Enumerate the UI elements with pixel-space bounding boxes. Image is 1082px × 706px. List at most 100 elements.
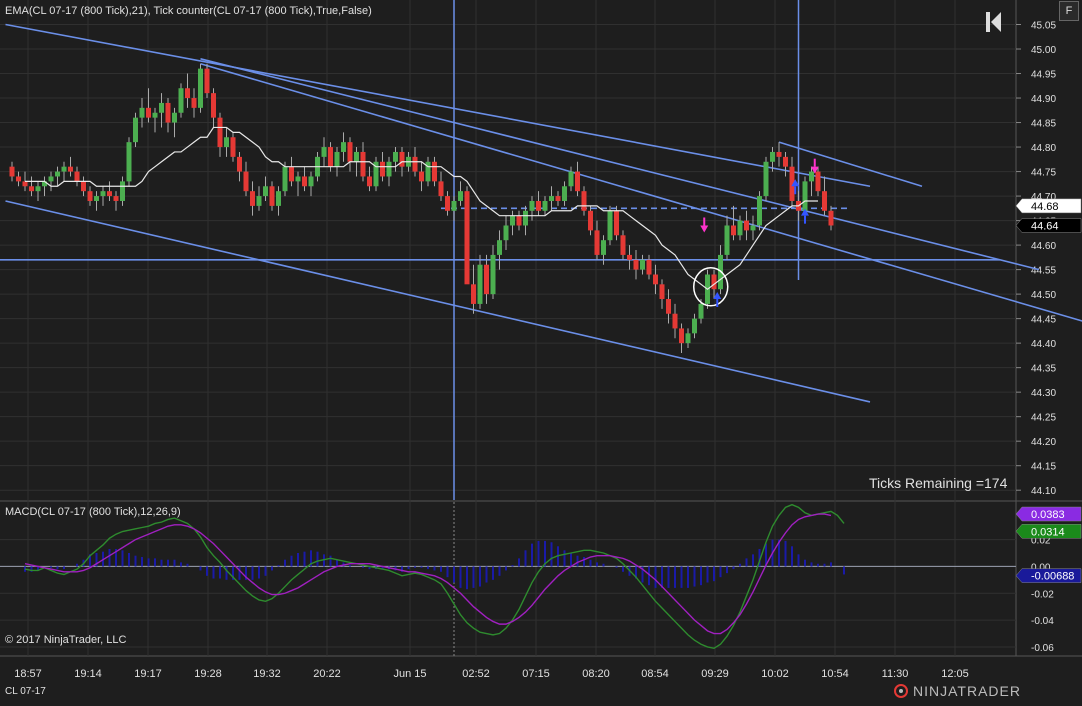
candle-body: [361, 152, 366, 177]
candle-body: [692, 319, 697, 334]
macd-badge-text: 0.0383: [1031, 509, 1065, 521]
price-tick-label: 44.55: [1031, 266, 1056, 277]
candle-body: [283, 167, 288, 192]
candle-body: [387, 162, 392, 177]
price-tick-label: 44.85: [1031, 119, 1056, 130]
candle-body: [621, 235, 626, 255]
candle-body: [289, 167, 294, 182]
x-tick-label: Jun 15: [393, 668, 426, 680]
candle-body: [133, 118, 138, 143]
candle-body: [341, 142, 346, 152]
candle-body: [62, 167, 67, 172]
brand-wordmark: NINJATRADER: [913, 683, 1021, 699]
candle-body: [471, 284, 476, 304]
candle-body: [419, 172, 424, 182]
ticks-remaining-label: Ticks Remaining =174: [869, 475, 1007, 491]
candle-body: [75, 172, 80, 182]
candle-body: [712, 275, 717, 290]
candle-body: [504, 225, 509, 240]
candle-body: [478, 265, 483, 304]
x-tick-label: 10:54: [821, 668, 849, 680]
macd-tick-label: -0.04: [1031, 616, 1054, 627]
candle-body: [627, 255, 632, 260]
price-tick-label: 44.45: [1031, 315, 1056, 326]
price-tick-label: 44.75: [1031, 168, 1056, 179]
price-tick-label: 45.05: [1031, 21, 1056, 32]
candle-body: [224, 137, 229, 147]
price-tick-label: 44.90: [1031, 94, 1056, 105]
x-tick-label: 02:52: [462, 668, 490, 680]
candle-body: [582, 191, 587, 211]
candle-body: [166, 103, 171, 123]
macd-tick-label: -0.06: [1031, 643, 1054, 654]
candle-body: [666, 299, 671, 314]
candle-body: [829, 211, 834, 226]
macd-badge-text: -0.00688: [1031, 571, 1074, 583]
candle-body: [562, 186, 567, 201]
candle-body: [276, 191, 281, 206]
macd-tick-label: -0.02: [1031, 589, 1054, 600]
price-tick-label: 44.20: [1031, 437, 1056, 448]
candle-body: [185, 88, 190, 98]
price-tick-label: 44.95: [1031, 70, 1056, 81]
candle-body: [445, 196, 450, 211]
candle-body: [153, 113, 158, 118]
candle-body: [523, 211, 528, 226]
candle-body: [543, 201, 548, 211]
x-tick-label: 19:14: [74, 668, 102, 680]
candle-body: [114, 196, 119, 201]
candle-body: [250, 191, 255, 206]
candle-body: [107, 191, 112, 196]
candle-body: [725, 225, 730, 254]
indicator-label: EMA(CL 07-17 (800 Tick),21), Tick counte…: [5, 5, 372, 17]
ninjatrader-k-icon: [984, 10, 1004, 34]
candle-body: [400, 152, 405, 167]
candle-body: [29, 186, 34, 191]
candle-body: [393, 152, 398, 162]
candle-body: [68, 167, 73, 172]
candle-body: [16, 176, 21, 181]
candle-body: [211, 93, 216, 118]
candle-body: [10, 167, 15, 177]
x-tick-label: 09:29: [701, 668, 729, 680]
candle-body: [127, 142, 132, 181]
x-tick-label: 19:28: [194, 668, 222, 680]
candle-body: [731, 225, 736, 235]
candle-body: [94, 196, 99, 201]
candle-body: [783, 157, 788, 167]
price-tick-label: 44.15: [1031, 462, 1056, 473]
f-button[interactable]: F: [1059, 1, 1079, 21]
candle-body: [159, 103, 164, 113]
candle-body: [218, 118, 223, 147]
candle-body: [491, 255, 496, 294]
candle-body: [101, 191, 106, 196]
x-tick-label: 11:30: [882, 668, 909, 680]
candle-body: [309, 176, 314, 186]
candle-body: [354, 152, 359, 162]
x-tick-label: 10:02: [761, 668, 789, 680]
candle-body: [263, 186, 268, 196]
candle-body: [679, 328, 684, 343]
instrument-label: CL 07-17: [5, 686, 46, 697]
candle-body: [244, 172, 249, 192]
candle-body: [146, 108, 151, 118]
x-tick-label: 18:57: [14, 668, 42, 680]
candle-body: [231, 137, 236, 157]
candle-body: [88, 191, 93, 201]
candle-body: [634, 260, 639, 270]
ninjatrader-logo-icon: [893, 683, 911, 699]
candle-body: [439, 181, 444, 196]
candle-body: [328, 147, 333, 167]
candle-body: [647, 260, 652, 275]
price-badge-text: 44.68: [1031, 201, 1059, 213]
candle-body: [530, 201, 535, 211]
candle-body: [777, 152, 782, 157]
candle-body: [413, 157, 418, 172]
candle-body: [764, 162, 769, 196]
candle-body: [517, 216, 522, 226]
candle-body: [302, 176, 307, 186]
candle-body: [588, 211, 593, 231]
candle-body: [198, 69, 203, 108]
chart-canvas[interactable]: 18:5719:1419:1719:2819:3220:22Jun 1502:5…: [0, 0, 1082, 701]
candle-body: [458, 191, 463, 201]
